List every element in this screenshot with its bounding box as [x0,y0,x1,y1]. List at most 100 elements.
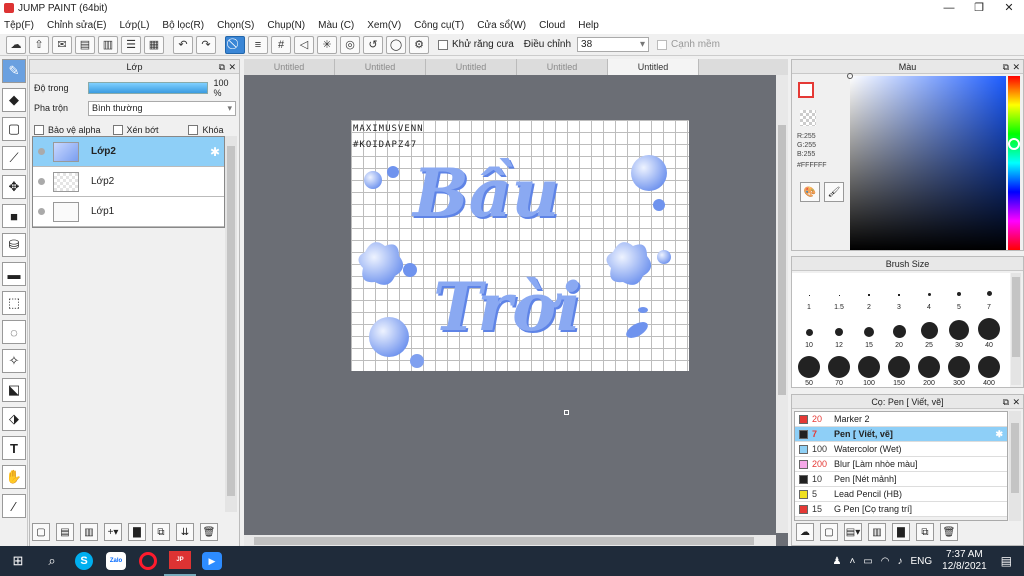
search-icon[interactable]: ⌕ [36,546,68,576]
magic-wand-tool-icon[interactable]: ✧ [2,349,26,373]
windows-start-icon[interactable]: ⊞ [0,546,36,576]
ellipse-ruler-icon[interactable]: ◯ [386,35,406,54]
maximize-button[interactable]: ❐ [964,0,994,16]
brush-size-cell[interactable]: 3 [884,273,914,311]
close-icon[interactable]: ✕ [228,60,236,74]
brush-menu-icon[interactable]: ▤▾ [844,523,862,541]
antialias-checkbox[interactable] [438,39,448,50]
menu-cloud[interactable]: Cloud [539,20,565,31]
hue-slider[interactable] [1008,76,1020,250]
merge-layer-icon[interactable]: ⇊ [176,523,194,541]
tab-untitled-2[interactable]: Untitled [335,59,426,75]
tab-untitled-4[interactable]: Untitled [517,59,608,75]
layer-item[interactable]: Lớp2 [33,167,224,197]
saturation-value-picker[interactable] [847,73,1006,250]
brush-size-cell[interactable]: 40 [974,311,1004,349]
sharpen-checkbox[interactable] [657,39,668,50]
protect-alpha-checkbox[interactable] [34,125,44,135]
brush-size-cell[interactable]: 20 [884,311,914,349]
eraser-tool-icon[interactable]: ◆ [2,88,26,112]
brush-size-cell[interactable]: 200 [914,349,944,387]
brush-size-cell[interactable]: 70 [824,349,854,387]
delete-layer-icon[interactable]: 🗑 [200,523,218,541]
folder-icon[interactable]: ▇ [128,523,146,541]
redo-icon[interactable]: ↷ [196,35,216,54]
brush-duplicate-icon[interactable]: ⧉ [916,523,934,541]
popout-icon[interactable]: ⧉ [1003,395,1009,409]
lasso-tool-icon[interactable]: ◌ [2,320,26,344]
brush-size-cell[interactable]: 2 [854,273,884,311]
menu-help[interactable]: Help [578,20,599,31]
minimize-button[interactable]: — [934,0,964,16]
vertical-scrollbar[interactable] [776,75,788,533]
note-icon[interactable]: ▤ [75,35,95,54]
popout-icon[interactable]: ⧉ [1003,60,1009,74]
clip-checkbox[interactable] [112,125,123,135]
brush-size-cell[interactable]: 150 [884,349,914,387]
select-rect-tool-icon[interactable]: ⬚ [2,291,26,315]
palette-edit-icon[interactable]: 🖌 [824,182,844,202]
language-indicator[interactable]: ENG [910,556,932,567]
document-icon[interactable]: ▥ [98,35,118,54]
brush-import-icon[interactable]: ▥ [868,523,886,541]
list-icon[interactable]: ☰ [121,35,141,54]
brush-list-item[interactable]: 10 Pen [Nét mảnh] [795,472,1007,487]
brush-size-cell[interactable]: 4 [914,273,944,311]
blend-select[interactable]: Bình thường [88,100,236,116]
popout-icon[interactable]: ⧉ [219,60,225,74]
visibility-icon[interactable] [38,208,45,215]
brush-size-cell[interactable]: 12 [824,311,854,349]
fill-rect-tool-icon[interactable]: ■ [2,204,26,228]
menu-color[interactable]: Màu (C) [318,20,354,31]
brush-size-cell[interactable]: 10 [794,311,824,349]
line-tool-icon[interactable]: ⟋ [2,146,26,170]
brush-delete-icon[interactable]: 🗑 [940,523,958,541]
no-ruler-icon[interactable]: ⃠ [225,35,245,54]
text-tool-icon[interactable]: T [2,436,26,460]
brush-list-scrollbar[interactable] [1009,411,1021,521]
add-layer-menu-icon[interactable]: +▾ [104,523,122,541]
palette-icon[interactable]: 🎨 [800,182,820,202]
brush-size-cell[interactable]: 30 [944,311,974,349]
export-icon[interactable]: ⇧ [29,35,49,54]
tab-untitled-5[interactable]: Untitled [608,59,699,75]
comment-icon[interactable]: ✉ [52,35,72,54]
new-layer-8bit-icon[interactable]: ▤ [56,523,74,541]
brush-size-cell[interactable]: 25 [914,311,944,349]
eyedropper-tool-icon[interactable]: ⁄ [2,494,26,518]
undo-icon[interactable]: ↶ [173,35,193,54]
menu-window[interactable]: Cửa sổ(W) [477,20,526,31]
visibility-icon[interactable] [38,148,45,155]
tab-untitled-1[interactable]: Untitled [244,59,335,75]
drawing-canvas[interactable]: MAXIMUSVENN #KOIDAPZ47 Bầu Trời [351,120,689,371]
transparent-color-swatch[interactable] [800,110,816,126]
network-icon[interactable]: ◠ [881,556,890,567]
menu-file[interactable]: Tệp(F) [4,20,34,31]
menu-capture[interactable]: Chụp(N) [267,20,305,31]
zalo-icon[interactable]: Zalo [100,546,132,576]
volume-icon[interactable]: ♪ [897,556,902,567]
clock[interactable]: 7:37 AM 12/8/2021 [942,549,987,573]
jump-paint-taskbar-icon[interactable]: JP [164,546,196,576]
parallel-ruler-icon[interactable]: ≡ [248,35,268,54]
grid-ruler-icon[interactable]: # [271,35,291,54]
pen-tool-icon[interactable]: ✎ [2,59,26,83]
opera-icon[interactable] [132,546,164,576]
brush-list-item[interactable]: 5 Lead Pencil (HB) [795,487,1007,502]
tray-chevron-icon[interactable]: ˄ [849,556,855,567]
curve-ruler-icon[interactable]: ↺ [363,35,383,54]
menu-edit[interactable]: Chỉnh sửa(E) [47,20,107,31]
select-pen-tool-icon[interactable]: ⬕ [2,378,26,402]
brush-size-cell[interactable]: 400 [974,349,1004,387]
layer-settings-icon[interactable]: ✱ [210,145,220,159]
brush-size-cell[interactable]: 1 [794,273,824,311]
new-layer-icon[interactable]: ▢ [32,523,50,541]
new-layer-1bit-icon[interactable]: ▥ [80,523,98,541]
brush-size-cell[interactable]: 15 [854,311,884,349]
duplicate-layer-icon[interactable]: ⧉ [152,523,170,541]
brush-size-cell[interactable]: 50 [794,349,824,387]
brush-scrollbar[interactable] [1011,273,1021,385]
brush-list-item[interactable]: 15 G Pen [Cọ trang trí] [795,502,1007,517]
battery-icon[interactable]: ▭ [863,556,872,567]
zoom-icon[interactable]: ▶ [196,546,228,576]
